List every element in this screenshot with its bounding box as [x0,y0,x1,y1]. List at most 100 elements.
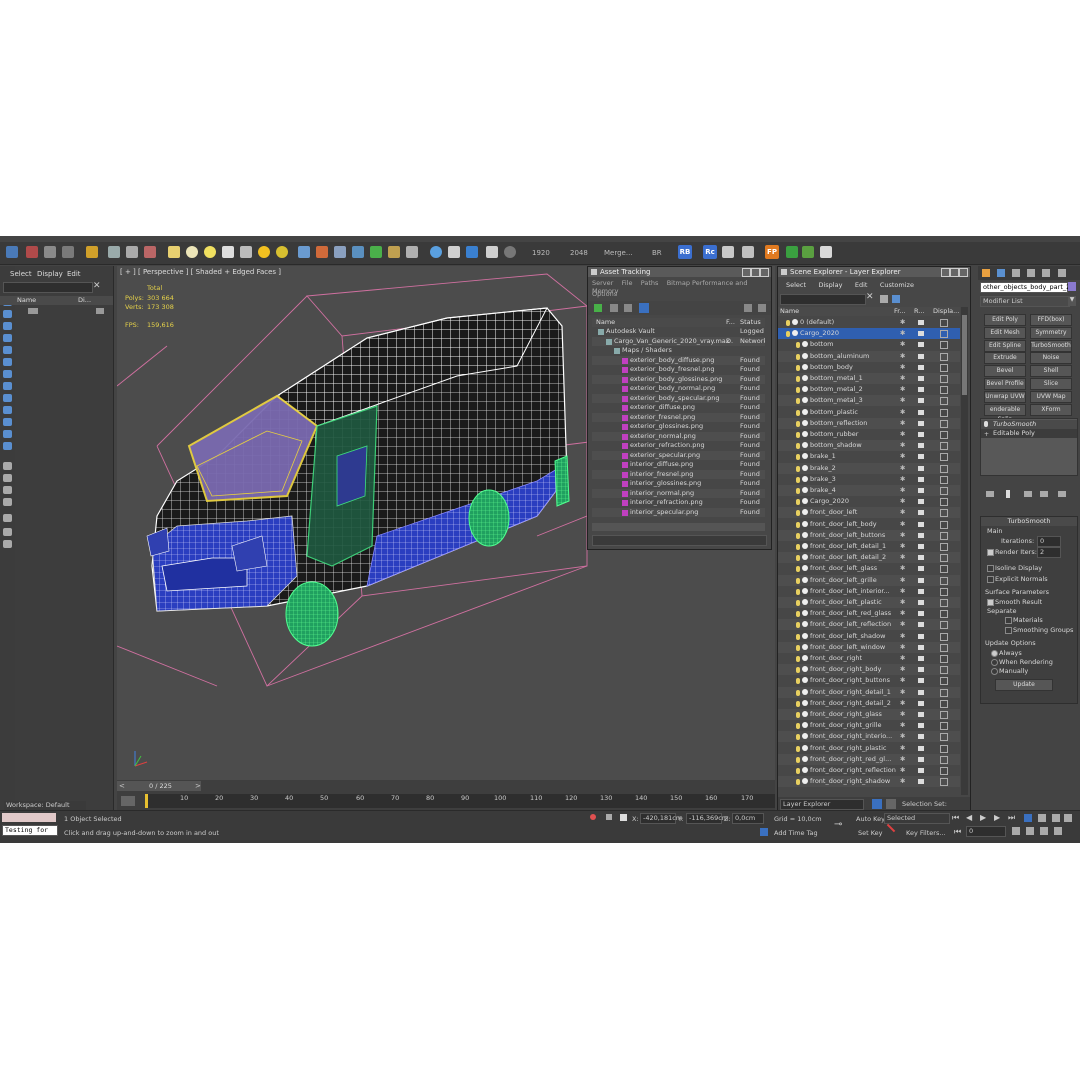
layer-row[interactable]: front_door_left_detail_2 ✱ [778,552,960,564]
display-icon[interactable] [940,375,948,383]
maximize-viewport-icon[interactable] [1054,827,1062,835]
absolute-mode-icon[interactable] [620,814,627,821]
layer-row[interactable]: front_door_left_plastic ✱ [778,597,960,608]
layer-row[interactable]: bottom_metal_3 ✱ [778,395,960,407]
maximize-button[interactable] [950,268,959,277]
freeze-icon[interactable]: ✱ [900,530,905,541]
lightbulb-icon[interactable] [796,622,800,629]
freeze-icon[interactable]: ✱ [900,754,905,765]
previous-frame-icon[interactable]: ◀ [966,813,972,822]
display-icon[interactable] [940,744,948,753]
renderable-icon[interactable] [918,712,924,717]
box-light-icon[interactable] [168,246,180,258]
globe-icon[interactable] [430,246,442,258]
tool-icon[interactable] [3,486,12,494]
display-icon[interactable] [940,755,948,764]
vfb-icon[interactable] [466,246,478,258]
layer-row[interactable]: brake_3 ✱ [778,474,960,485]
layer-icon[interactable] [28,308,38,314]
layer-row[interactable]: front_door_left_body ✱ [778,519,960,530]
create-tab-icon[interactable] [982,269,990,277]
renderable-icon[interactable] [918,600,924,605]
tool-icon[interactable] [3,334,12,342]
display-icon[interactable] [940,778,948,787]
key-mode-toggle-icon[interactable]: ⏮ [954,827,961,837]
renderable-icon[interactable] [918,768,924,773]
display-tab-icon[interactable] [1042,269,1050,277]
close-icon[interactable]: ✕ [93,281,101,291]
close-icon[interactable]: ✕ [866,292,874,302]
fur-icon[interactable] [370,246,382,258]
asset-row[interactable]: exterior_body_normal.png Found [592,384,765,394]
utilities-tab-icon[interactable] [1058,269,1066,277]
next-frame-icon[interactable]: ▶ [994,813,1000,822]
freeze-icon[interactable]: ✱ [900,328,905,339]
update-button[interactable]: Update [995,679,1053,691]
asset-row[interactable]: interior_fresnel.png Found [592,469,765,479]
tool-icon[interactable] [3,498,12,506]
lock-icon[interactable] [606,814,612,820]
freeze-icon[interactable]: ✱ [900,384,905,395]
lightbulb-icon[interactable] [796,588,800,595]
layer-row[interactable]: front_door_left ✱ [778,507,960,519]
zoom-extents-icon[interactable] [1064,814,1072,822]
freeze-icon[interactable]: ✱ [900,720,905,731]
menu-select[interactable]: Select [10,270,32,278]
materials-checkbox[interactable] [1005,617,1012,624]
tool-icon[interactable] [3,346,12,354]
explorer-type-dropdown[interactable]: Layer Explorer [780,799,864,810]
lightbulb-icon[interactable] [796,443,800,450]
lightbulb-icon[interactable] [796,342,800,349]
renderable-icon[interactable] [918,622,924,628]
modifier-button[interactable]: TurboSmooth [1030,339,1072,352]
menu-edit[interactable]: Edit [855,281,868,289]
freeze-icon[interactable]: ✱ [900,698,905,709]
lightbulb-icon[interactable] [796,633,800,640]
renderable-icon[interactable] [918,387,924,393]
display-icon[interactable] [940,386,948,395]
layer-row[interactable]: brake_1 ✱ [778,451,960,462]
layer-row[interactable]: front_door_left_red_glass ✱ [778,608,960,619]
display-icon[interactable] [940,621,948,630]
sphere-icon[interactable] [186,246,198,258]
display-icon[interactable] [940,431,948,439]
fire-icon[interactable] [316,246,328,258]
freeze-icon[interactable]: ✱ [900,418,905,429]
asset-row[interactable]: exterior_normal.png Found [592,431,765,441]
modifier-button[interactable]: FFD(box) [1030,314,1072,326]
tool-icon[interactable] [3,370,12,378]
layer-row[interactable]: front_door_left_reflection ✱ [778,619,960,631]
asset-row[interactable]: interior_glossines.png Found [592,479,765,489]
lightbulb-icon[interactable] [796,465,800,472]
freeze-icon[interactable]: ✱ [900,362,905,373]
object-name-field[interactable]: other_objects_body_part_2 [980,282,1070,293]
layer-row[interactable]: front_door_left_detail_1 ✱ [778,541,960,552]
move-icon[interactable] [108,246,120,258]
display-icon[interactable] [940,677,948,686]
renderable-icon[interactable] [918,555,924,561]
freeze-icon[interactable]: ✱ [900,653,905,664]
help-icon[interactable] [504,246,516,258]
timeline-ruler[interactable]: 10 20 30 40 50 60 70 80 90 100 110 120 1… [145,794,775,808]
freeze-icon[interactable]: ✱ [900,373,905,384]
freeze-icon[interactable]: ✱ [900,474,905,485]
asset-tracking-window[interactable]: Asset Tracking Server File Paths Bitmap … [587,266,772,550]
link-icon[interactable] [26,246,38,258]
renderable-icon[interactable] [918,734,924,740]
asset-row[interactable]: exterior_body_glossines.png Found [592,374,765,384]
display-icon[interactable] [940,419,948,428]
table-icon[interactable] [820,246,832,258]
lightbulb-icon[interactable] [796,555,800,562]
renderable-icon[interactable] [918,633,924,639]
freeze-icon[interactable]: ✱ [900,463,905,474]
modifier-button[interactable]: Unwrap UVW [984,390,1026,403]
go-to-start-icon[interactable]: ⏮ [952,813,959,823]
renderable-icon[interactable] [918,510,924,516]
tree-icon[interactable] [786,246,798,258]
freeze-icon[interactable]: ✱ [900,664,905,675]
lightbulb-icon[interactable] [796,723,800,730]
freeze-icon[interactable]: ✱ [900,575,905,586]
freeze-icon[interactable]: ✱ [900,429,905,440]
layers-icon[interactable] [892,295,900,303]
go-to-end-icon[interactable]: ⏭ [1008,813,1015,823]
